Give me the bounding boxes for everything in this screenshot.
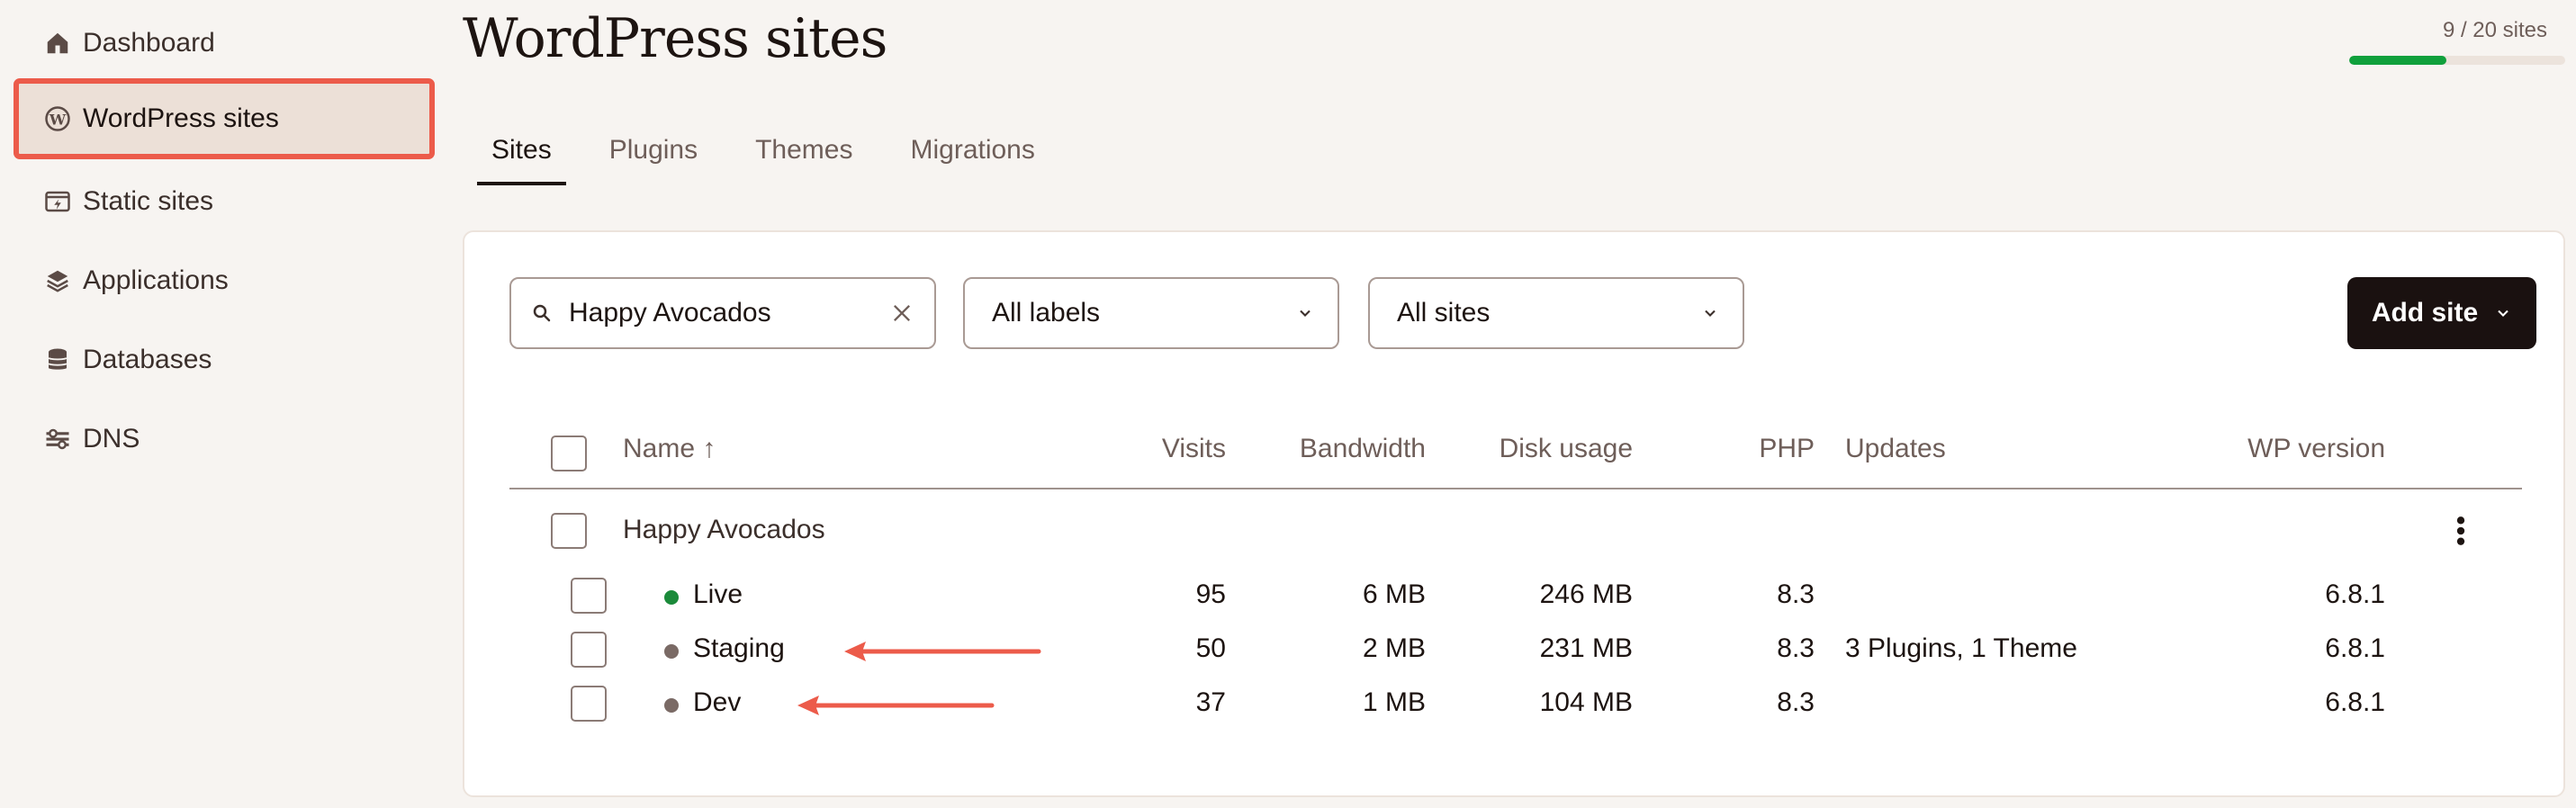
table-header: Name ↑ Visits Bandwidth Disk usage PHP U… (509, 414, 2522, 489)
search-input[interactable]: Happy Avocados (509, 277, 936, 349)
static-sites-icon (43, 187, 72, 216)
disk-usage-value: 246 MB (1539, 579, 1633, 609)
add-site-button[interactable]: Add site (2347, 277, 2536, 349)
status-dot (664, 644, 679, 659)
sidebar-item-dashboard[interactable]: Dashboard (16, 5, 432, 81)
page-title: WordPress sites (463, 7, 887, 70)
status-dot (664, 590, 679, 605)
search-value: Happy Avocados (569, 298, 771, 328)
table-row[interactable]: Live 95 6 MB 246 MB 8.3 6.8.1 (509, 569, 2522, 623)
sidebar-item-label: Static sites (83, 186, 214, 216)
svg-text:W: W (49, 111, 67, 128)
sidebar-item-label: Dashboard (83, 28, 215, 58)
site-usage-text: 9 / 20 sites (2442, 18, 2547, 42)
environment-name: Dev (693, 687, 742, 717)
chevron-down-icon (2498, 310, 2508, 317)
bandwidth-value: 1 MB (1362, 687, 1426, 717)
home-icon (43, 29, 72, 58)
wp-version-value: 6.8.1 (2325, 579, 2385, 609)
row-checkbox[interactable] (571, 578, 607, 614)
tab-migrations[interactable]: Migrations (896, 135, 1049, 185)
table-row[interactable]: Staging 50 2 MB 231 MB 8.3 3 Plugins, 1 … (509, 623, 2522, 677)
sidebar-item-label: WordPress sites (83, 103, 279, 133)
sidebar-item-dns[interactable]: DNS (16, 401, 432, 477)
wp-version-value: 6.8.1 (2325, 687, 2385, 717)
annotation-arrow (844, 642, 1041, 661)
site-group-row: Happy Avocados (509, 495, 2522, 567)
visits-value: 50 (1195, 633, 1226, 663)
site-usage-meter: 9 / 20 sites (2349, 18, 2565, 65)
dns-icon (43, 425, 72, 453)
column-visits[interactable]: Visits (1162, 434, 1226, 464)
wordpress-icon: W (43, 104, 72, 133)
row-checkbox[interactable] (571, 632, 607, 668)
tab-sites[interactable]: Sites (477, 135, 566, 185)
row-checkbox[interactable] (571, 686, 607, 722)
disk-usage-value: 104 MB (1539, 687, 1633, 717)
more-options-icon[interactable] (2448, 513, 2473, 549)
database-icon (43, 346, 72, 374)
close-icon[interactable] (889, 301, 914, 326)
sidebar-item-databases[interactable]: Databases (16, 322, 432, 398)
sidebar-item-wordpress-sites[interactable]: W WordPress sites (14, 78, 435, 159)
sidebar-item-applications[interactable]: Applications (16, 243, 432, 319)
environment-name: Live (693, 579, 743, 609)
column-disk-usage[interactable]: Disk usage (1500, 434, 1633, 464)
status-dot (664, 698, 679, 713)
site-usage-bar (2349, 56, 2565, 65)
disk-usage-value: 231 MB (1539, 633, 1633, 663)
tab-bar: Sites Plugins Themes Migrations (477, 135, 1078, 185)
sidebar-item-label: DNS (83, 424, 140, 453)
column-wp-version[interactable]: WP version (2247, 434, 2385, 464)
environment-name: Staging (693, 633, 785, 663)
search-icon (533, 304, 551, 322)
php-value: 8.3 (1777, 687, 1815, 717)
annotation-arrow (797, 696, 995, 715)
labels-select-value: All labels (992, 298, 1101, 328)
php-value: 8.3 (1777, 633, 1815, 663)
tab-themes[interactable]: Themes (741, 135, 867, 185)
select-all-checkbox[interactable] (551, 435, 587, 471)
bandwidth-value: 2 MB (1362, 633, 1426, 663)
sidebar-item-label: Applications (83, 265, 229, 295)
bandwidth-value: 6 MB (1362, 579, 1426, 609)
tab-plugins[interactable]: Plugins (595, 135, 712, 185)
add-site-label: Add site (2371, 298, 2479, 328)
group-checkbox[interactable] (551, 513, 587, 549)
sidebar-item-static-sites[interactable]: Static sites (16, 164, 432, 239)
table-row[interactable]: Dev 37 1 MB 104 MB 8.3 6.8.1 (509, 677, 2522, 731)
php-value: 8.3 (1777, 579, 1815, 609)
sites-select-value: All sites (1397, 298, 1491, 328)
sidebar-item-label: Databases (83, 345, 212, 374)
sites-select[interactable]: All sites (1368, 277, 1744, 349)
wp-version-value: 6.8.1 (2325, 633, 2385, 663)
column-updates[interactable]: Updates (1845, 434, 1946, 464)
sidebar: Dashboard W WordPress sites Static sites (0, 0, 450, 808)
sites-panel: Happy Avocados All labels All sites Add … (463, 230, 2565, 797)
visits-value: 37 (1195, 687, 1226, 717)
column-php[interactable]: PHP (1759, 434, 1815, 464)
column-name[interactable]: Name ↑ (623, 434, 716, 464)
layers-icon (43, 266, 72, 295)
labels-select[interactable]: All labels (963, 277, 1339, 349)
chevron-down-icon (1705, 310, 1716, 317)
site-group-name[interactable]: Happy Avocados (623, 515, 825, 545)
chevron-down-icon (1300, 310, 1311, 317)
visits-value: 95 (1195, 579, 1226, 609)
updates-value: 3 Plugins, 1 Theme (1845, 633, 2077, 663)
column-bandwidth[interactable]: Bandwidth (1300, 434, 1426, 464)
site-usage-fill (2349, 56, 2446, 65)
